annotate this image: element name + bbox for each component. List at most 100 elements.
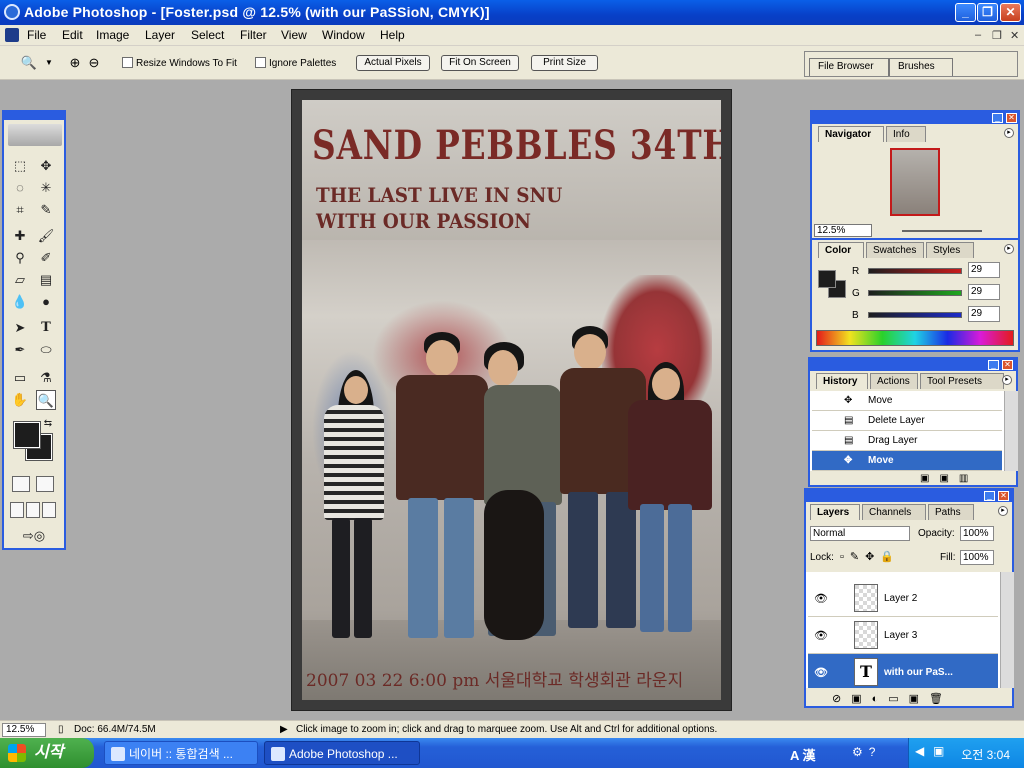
chevron-down-icon[interactable]: ▼ [40, 54, 58, 72]
history-item[interactable]: ▤ Delete Layer [812, 411, 1002, 431]
taskbar-item-photoshop[interactable]: Adobe Photoshop ... [264, 741, 420, 765]
tab-history[interactable]: History [816, 373, 868, 389]
opacity-field[interactable]: 100% [960, 526, 994, 541]
brush-icon[interactable]: 🖌 [36, 226, 56, 246]
visibility-eye-icon[interactable]: 👁 [814, 592, 828, 605]
doc-size-icon[interactable]: ▯ [58, 724, 64, 735]
panel-close-icon[interactable]: ✕ [1002, 360, 1013, 370]
actual-pixels-button[interactable]: Actual Pixels [356, 55, 430, 71]
file-browser-tab[interactable]: File Browser [809, 58, 889, 76]
tab-layers[interactable]: Layers [810, 504, 860, 520]
history-item[interactable]: ✥ Move [812, 391, 1002, 411]
magic-wand-icon[interactable]: ✳ [36, 178, 56, 198]
status-arrow-icon[interactable]: ▶ [280, 724, 288, 735]
navigator-panel-titlebar[interactable] [812, 112, 1018, 124]
ime-indicator[interactable]: A 漢 [790, 745, 816, 764]
menu-select[interactable]: Select [191, 28, 224, 42]
ignore-palettes-checkbox[interactable]: Ignore Palettes [255, 57, 336, 71]
taskbar-item-browser[interactable]: 네이버 :: 통합검색 ... [104, 741, 258, 765]
layers-scrollbar[interactable] [1000, 572, 1014, 688]
fit-on-screen-button[interactable]: Fit On Screen [441, 55, 519, 71]
close-button[interactable]: ✕ [1000, 3, 1021, 22]
visibility-eye-icon[interactable]: 👁 [814, 666, 828, 679]
panel-menu-icon[interactable]: ▸ [1004, 244, 1014, 254]
layers-panel-titlebar[interactable] [806, 490, 1012, 502]
tab-channels[interactable]: Channels [862, 504, 926, 520]
menu-file[interactable]: File [27, 28, 46, 42]
blur-icon[interactable]: 💧 [10, 292, 30, 312]
start-button[interactable]: 시작 [0, 738, 94, 768]
channel-g-value[interactable]: 29 [968, 284, 1000, 300]
zoom-out-icon[interactable]: ⊖ [85, 54, 103, 72]
history-footer-icons[interactable]: ▣▣▥ [920, 473, 978, 484]
document-canvas[interactable]: SAND PEBBLES 34TH THE LAST LIVE IN SNU W… [291, 89, 732, 711]
slice-icon[interactable]: ✎ [36, 200, 56, 220]
zoom-in-icon[interactable]: ⊕ [66, 54, 84, 72]
tab-swatches[interactable]: Swatches [866, 242, 924, 258]
history-item-selected[interactable]: ✥ Move [812, 451, 1002, 471]
ime-tool-icons[interactable]: ⚙? [852, 745, 881, 759]
navigator-thumbnail[interactable] [890, 148, 940, 216]
toolbox-titlebar[interactable] [4, 112, 64, 120]
pen-icon[interactable]: ✒ [10, 340, 30, 360]
jump-to-imageready-icon[interactable]: ⇨◎ [12, 526, 56, 546]
layer-row[interactable]: 👁 Layer 2 [808, 580, 998, 617]
standard-mode-button[interactable] [12, 476, 30, 492]
history-item[interactable]: ▤ Drag Layer [812, 431, 1002, 451]
panel-menu-icon[interactable]: ▸ [1002, 375, 1012, 385]
panel-close-icon[interactable]: ✕ [1006, 113, 1017, 123]
move-icon[interactable]: ✥ [36, 156, 56, 176]
menu-layer[interactable]: Layer [145, 28, 175, 42]
panel-minimize-icon[interactable]: _ [988, 360, 999, 370]
channel-r-value[interactable]: 29 [968, 262, 1000, 278]
tab-navigator[interactable]: Navigator [818, 126, 884, 142]
lasso-icon[interactable]: ◌ [10, 178, 30, 198]
marquee-icon[interactable]: ⬚ [10, 156, 30, 176]
screen-mode-standard-button[interactable] [10, 502, 24, 518]
status-zoom-field[interactable]: 12.5% [2, 723, 46, 737]
doc-minimize-button[interactable]: – [975, 29, 981, 41]
eyedropper-icon[interactable]: ⚗ [36, 368, 56, 388]
screen-mode-full-button[interactable] [42, 502, 56, 518]
restore-button[interactable]: ❐ [977, 3, 998, 22]
network-icon[interactable]: ▣ [933, 744, 944, 758]
panel-minimize-icon[interactable]: _ [984, 491, 995, 501]
menu-image[interactable]: Image [96, 28, 129, 42]
poster-image[interactable]: SAND PEBBLES 34TH THE LAST LIVE IN SNU W… [302, 100, 721, 700]
adobe-logo-icon[interactable] [8, 124, 62, 146]
tab-color[interactable]: Color [818, 242, 864, 258]
window-titlebar[interactable]: Adobe Photoshop - [Foster.psd @ 12.5% (w… [0, 0, 1024, 25]
panel-menu-icon[interactable]: ▸ [998, 506, 1008, 516]
tab-info[interactable]: Info [886, 126, 926, 142]
layers-footer-icons[interactable]: ⊘▣◐▭▣🗑 [832, 692, 953, 705]
path-selection-icon[interactable]: ➤ [10, 318, 30, 338]
type-icon[interactable]: T [36, 318, 56, 338]
fill-field[interactable]: 100% [960, 550, 994, 565]
doc-restore-button[interactable]: ❐ [992, 29, 1002, 42]
tray-expand-icon[interactable]: ◀ [915, 744, 924, 758]
navigator-zoom-field[interactable]: 12.5% [814, 224, 872, 237]
channel-r-slider[interactable] [868, 268, 962, 274]
channel-b-value[interactable]: 29 [968, 306, 1000, 322]
ellipse-shape-icon[interactable]: ⬭ [36, 340, 56, 360]
zoom-tool-selected-icon[interactable]: 🔍 [36, 390, 56, 410]
brushes-tab[interactable]: Brushes [889, 58, 953, 76]
doc-close-button[interactable]: ✕ [1010, 29, 1019, 42]
panel-minimize-icon[interactable]: _ [992, 113, 1003, 123]
tab-tool-presets[interactable]: Tool Presets [920, 373, 1004, 389]
menu-filter[interactable]: Filter [240, 28, 267, 42]
menu-help[interactable]: Help [380, 28, 405, 42]
layer-row[interactable]: 👁 Layer 3 [808, 617, 998, 654]
color-spectrum-bar[interactable] [816, 330, 1014, 346]
tab-actions[interactable]: Actions [870, 373, 918, 389]
resize-windows-checkbox[interactable]: Resize Windows To Fit [122, 57, 237, 71]
navigator-zoom-slider[interactable] [902, 230, 982, 232]
history-panel-titlebar[interactable] [810, 359, 1016, 371]
history-brush-icon[interactable]: ✐ [36, 248, 56, 268]
panel-menu-icon[interactable]: ▸ [1004, 128, 1014, 138]
tab-paths[interactable]: Paths [928, 504, 974, 520]
dodge-icon[interactable]: ● [36, 292, 56, 312]
lock-icons[interactable]: ▫✎✥🔒 [840, 550, 900, 563]
hand-icon[interactable]: ✋ [10, 390, 30, 410]
quick-mask-button[interactable] [36, 476, 54, 492]
